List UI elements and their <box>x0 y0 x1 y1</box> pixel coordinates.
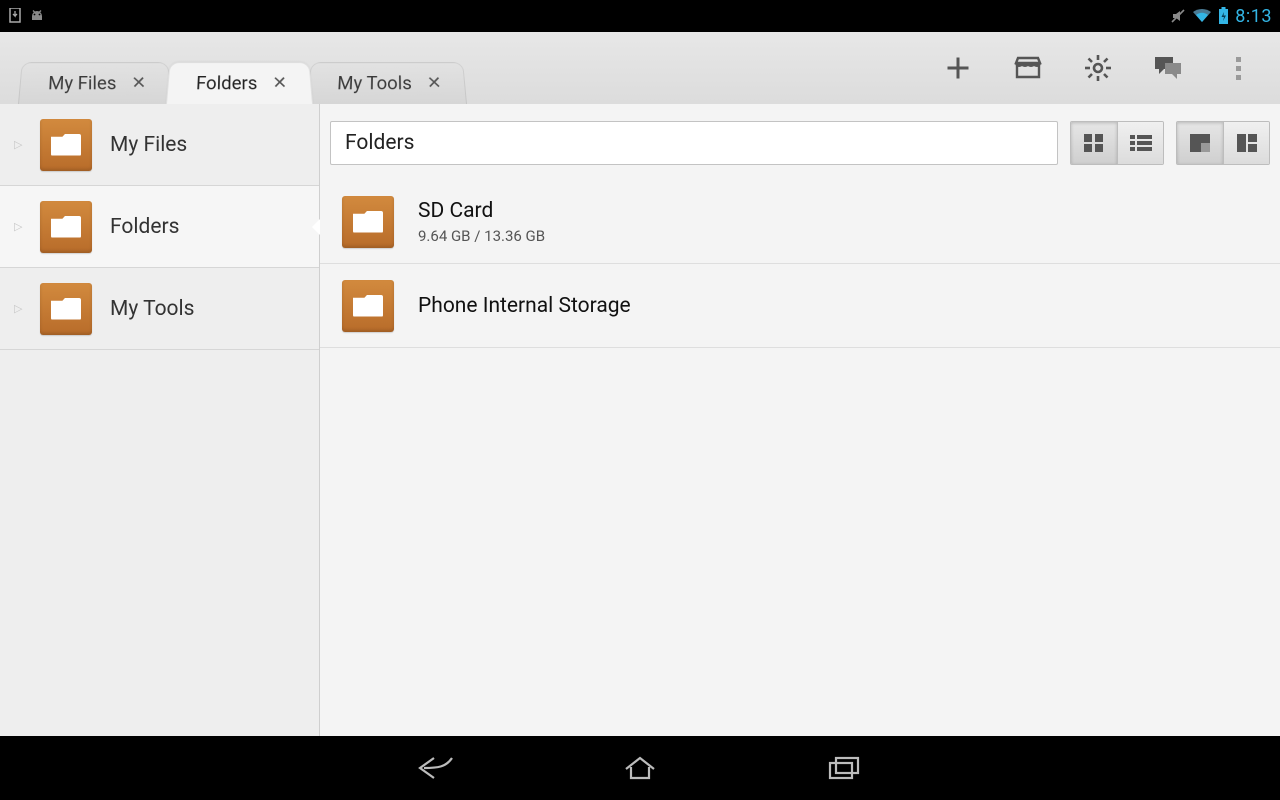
folder-icon <box>342 280 394 332</box>
settings-button[interactable] <box>1080 50 1116 86</box>
sidebar: ▷ My Files ▷ Folders ▷ My Tools <box>0 104 320 736</box>
sidebar-item-my-tools[interactable]: ▷ My Tools <box>0 268 319 350</box>
wifi-icon <box>1192 8 1212 24</box>
nav-recents-button[interactable] <box>822 746 866 790</box>
sidebar-item-folders[interactable]: ▷ Folders <box>0 186 319 268</box>
battery-charging-icon <box>1218 7 1229 25</box>
pane-split-icon <box>1236 133 1258 153</box>
pane-split-button[interactable] <box>1223 122 1269 164</box>
list-item-title: Phone Internal Storage <box>418 294 631 318</box>
file-listing: SD Card 9.64 GB / 13.36 GB Phone Interna… <box>320 180 1280 736</box>
sidebar-item-label: Folders <box>110 215 179 239</box>
list-item[interactable]: SD Card 9.64 GB / 13.36 GB <box>320 180 1280 264</box>
android-debug-icon <box>28 8 46 24</box>
pane-single-icon <box>1189 133 1211 153</box>
expand-icon: ▷ <box>14 138 22 151</box>
tab-folders[interactable]: Folders ✕ <box>166 62 313 104</box>
sidebar-item-label: My Tools <box>110 297 194 321</box>
chat-button[interactable] <box>1150 50 1186 86</box>
mute-icon <box>1170 8 1186 24</box>
tab-strip: My Files ✕ Folders ✕ My Tools ✕ <box>0 32 1280 104</box>
pane-toolbar: Folders <box>330 114 1270 172</box>
folder-icon <box>40 283 92 335</box>
selection-indicator-icon <box>312 219 320 235</box>
tab-label: My Files <box>48 72 117 94</box>
android-nav-bar <box>0 736 1280 800</box>
list-item-subtitle: 9.64 GB / 13.36 GB <box>418 227 545 245</box>
add-button[interactable] <box>940 50 976 86</box>
pane-layout-group <box>1176 121 1270 165</box>
close-icon[interactable]: ✕ <box>130 73 149 93</box>
overflow-icon <box>1236 57 1241 80</box>
store-button[interactable] <box>1010 50 1046 86</box>
list-item[interactable]: Phone Internal Storage <box>320 264 1280 348</box>
folder-icon <box>40 119 92 171</box>
home-icon <box>620 754 660 782</box>
nav-back-button[interactable] <box>414 746 458 790</box>
tab-my-files[interactable]: My Files ✕ <box>18 62 172 104</box>
recents-icon <box>824 754 864 782</box>
folder-icon <box>40 201 92 253</box>
sidebar-item-label: My Files <box>110 133 187 157</box>
expand-icon: ▷ <box>14 220 22 233</box>
tab-label: My Tools <box>336 72 412 94</box>
nav-home-button[interactable] <box>618 746 662 790</box>
overflow-menu-button[interactable] <box>1220 50 1256 86</box>
breadcrumb-label: Folders <box>345 131 414 155</box>
sidebar-item-my-files[interactable]: ▷ My Files <box>0 104 319 186</box>
back-icon <box>416 754 456 782</box>
download-icon <box>8 8 22 24</box>
grid-icon <box>1083 133 1105 153</box>
list-icon <box>1129 133 1153 153</box>
content-area: ▷ My Files ▷ Folders ▷ My Tools Folders <box>0 104 1280 736</box>
list-item-title: SD Card <box>418 199 545 223</box>
pane-single-button[interactable] <box>1177 122 1223 164</box>
tab-my-tools[interactable]: My Tools ✕ <box>307 62 467 104</box>
toolbar-actions <box>940 32 1270 104</box>
folder-icon <box>342 196 394 248</box>
close-icon[interactable]: ✕ <box>271 73 290 93</box>
breadcrumb[interactable]: Folders <box>330 121 1058 165</box>
detail-pane: Folders <box>320 104 1280 736</box>
view-list-button[interactable] <box>1117 122 1163 164</box>
expand-icon: ▷ <box>14 302 22 315</box>
view-mode-group <box>1070 121 1164 165</box>
android-status-bar: 8:13 <box>0 0 1280 32</box>
close-icon[interactable]: ✕ <box>425 73 444 93</box>
tab-label: Folders <box>195 72 257 94</box>
status-clock: 8:13 <box>1235 6 1272 27</box>
view-grid-button[interactable] <box>1071 122 1117 164</box>
